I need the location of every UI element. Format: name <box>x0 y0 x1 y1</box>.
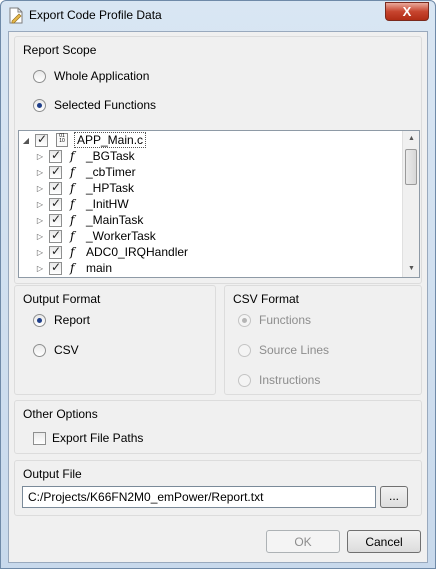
collapsed-triangle-icon[interactable]: ▷ <box>35 232 45 241</box>
radio-indicator <box>238 373 251 387</box>
close-button[interactable]: X <box>385 2 429 21</box>
dialog-body: Report Scope Whole Application Selected … <box>8 31 428 563</box>
collapsed-triangle-icon[interactable]: ▷ <box>35 216 45 225</box>
tree-item-checkbox[interactable] <box>49 260 62 275</box>
report-scope-title: Report Scope <box>23 43 97 57</box>
csv-source-lines-radio: Source Lines <box>238 343 329 357</box>
tree-item-label: _BGTask <box>86 149 135 163</box>
tree-root-row[interactable]: ◢ 0110 APP_Main.c <box>21 132 147 148</box>
output-file-title: Output File <box>23 467 82 481</box>
csv-instructions-radio: Instructions <box>238 373 320 387</box>
close-icon: X <box>402 4 412 19</box>
checkbox-label: Export File Paths <box>52 431 144 445</box>
csv-functions-radio: Functions <box>238 313 311 327</box>
export-file-paths-checkbox[interactable] <box>33 431 46 445</box>
radio-indicator <box>33 98 46 112</box>
radio-indicator <box>33 313 46 327</box>
document-edit-icon <box>9 7 23 24</box>
c-file-icon: 01 10 <box>56 133 68 147</box>
format-csv-radio[interactable]: CSV <box>33 343 79 357</box>
tree-item-checkbox[interactable] <box>49 228 62 243</box>
cancel-button[interactable]: Cancel <box>347 530 421 553</box>
tree-item-checkbox[interactable] <box>49 148 62 163</box>
function-tree[interactable]: ◢ 0110 APP_Main.c ▷ f _BGTask ▷ f _cbTim… <box>18 130 420 278</box>
radio-label: Report <box>54 313 91 327</box>
tree-root-checkbox[interactable] <box>35 132 48 147</box>
tree-item-label: ADC0_IRQHandler <box>86 245 189 259</box>
radio-label: Functions <box>259 313 312 327</box>
collapsed-triangle-icon[interactable]: ▷ <box>35 200 45 209</box>
scroll-down-arrow-icon[interactable]: ▼ <box>403 261 419 277</box>
radio-indicator <box>33 69 46 83</box>
tree-item[interactable]: ▷ f ADC0_IRQHandler <box>35 244 188 260</box>
function-icon: f <box>70 245 75 259</box>
tree-item-label: _cbTimer <box>86 165 136 179</box>
radio-label: Source Lines <box>259 343 330 357</box>
tree-item-label: _WorkerTask <box>86 229 156 243</box>
tree-root-label: APP_Main.c <box>74 132 147 148</box>
export-dialog: Export Code Profile Data X Report Scope … <box>0 0 436 569</box>
collapsed-triangle-icon[interactable]: ▷ <box>35 184 45 193</box>
output-file-path-input[interactable]: C:/Projects/K66FN2M0_emPower/Report.txt <box>22 486 376 508</box>
tree-item[interactable]: ▷ f _HPTask <box>35 180 134 196</box>
function-icon: f <box>70 165 75 179</box>
tree-item[interactable]: ▷ f _MainTask <box>35 212 143 228</box>
tree-item[interactable]: ▷ f main <box>35 260 112 276</box>
collapsed-triangle-icon[interactable]: ▷ <box>35 248 45 257</box>
function-icon: f <box>70 181 75 195</box>
tree-item-label: _InitHW <box>86 197 129 211</box>
function-icon: f <box>70 197 75 211</box>
function-icon: f <box>70 213 75 227</box>
radio-indicator <box>33 343 46 357</box>
function-icon: f <box>70 149 75 163</box>
tree-item[interactable]: ▷ f _cbTimer <box>35 164 136 180</box>
csv-format-title: CSV Format <box>233 292 300 306</box>
collapsed-triangle-icon[interactable]: ▷ <box>35 168 45 177</box>
export-file-paths-checkbox-row[interactable]: Export File Paths <box>33 431 143 445</box>
radio-indicator <box>238 313 251 327</box>
tree-item-checkbox[interactable] <box>49 164 62 179</box>
tree-item[interactable]: ▷ f _InitHW <box>35 196 129 212</box>
expand-triangle-icon[interactable]: ◢ <box>21 136 31 145</box>
scroll-up-arrow-icon[interactable]: ▲ <box>403 131 419 147</box>
tree-item-label: _MainTask <box>86 213 144 227</box>
radio-indicator <box>238 343 251 357</box>
tree-item-label: _HPTask <box>86 181 135 195</box>
other-options-title: Other Options <box>23 407 98 421</box>
radio-label: Whole Application <box>54 69 150 83</box>
tree-item-checkbox[interactable] <box>49 196 62 211</box>
radio-label: CSV <box>54 343 79 357</box>
tree-item-checkbox[interactable] <box>49 212 62 227</box>
function-icon: f <box>70 229 75 243</box>
collapsed-triangle-icon[interactable]: ▷ <box>35 152 45 161</box>
other-options-group: Other Options <box>14 400 422 454</box>
output-format-title: Output Format <box>23 292 101 306</box>
tree-item-checkbox[interactable] <box>49 244 62 259</box>
tree-item-checkbox[interactable] <box>49 180 62 195</box>
tree-item-label: main <box>86 261 113 275</box>
collapsed-triangle-icon[interactable]: ▷ <box>35 264 45 273</box>
output-format-group: Output Format <box>14 285 216 395</box>
radio-label: Instructions <box>259 373 321 387</box>
tree-item[interactable]: ▷ f _WorkerTask <box>35 228 156 244</box>
ok-button[interactable]: OK <box>266 530 340 553</box>
scope-whole-application-radio[interactable]: Whole Application <box>33 69 149 83</box>
function-icon: f <box>70 261 75 275</box>
radio-label: Selected Functions <box>54 98 157 112</box>
window-title: Export Code Profile Data <box>29 8 162 22</box>
tree-scrollbar[interactable]: ▲ ▼ <box>402 131 419 277</box>
title-bar[interactable]: Export Code Profile Data X <box>1 1 435 31</box>
format-report-radio[interactable]: Report <box>33 313 90 327</box>
scope-selected-functions-radio[interactable]: Selected Functions <box>33 98 156 112</box>
browse-button[interactable]: ... <box>380 486 408 508</box>
tree-item[interactable]: ▷ f _BGTask <box>35 148 135 164</box>
scrollbar-thumb[interactable] <box>405 149 417 185</box>
